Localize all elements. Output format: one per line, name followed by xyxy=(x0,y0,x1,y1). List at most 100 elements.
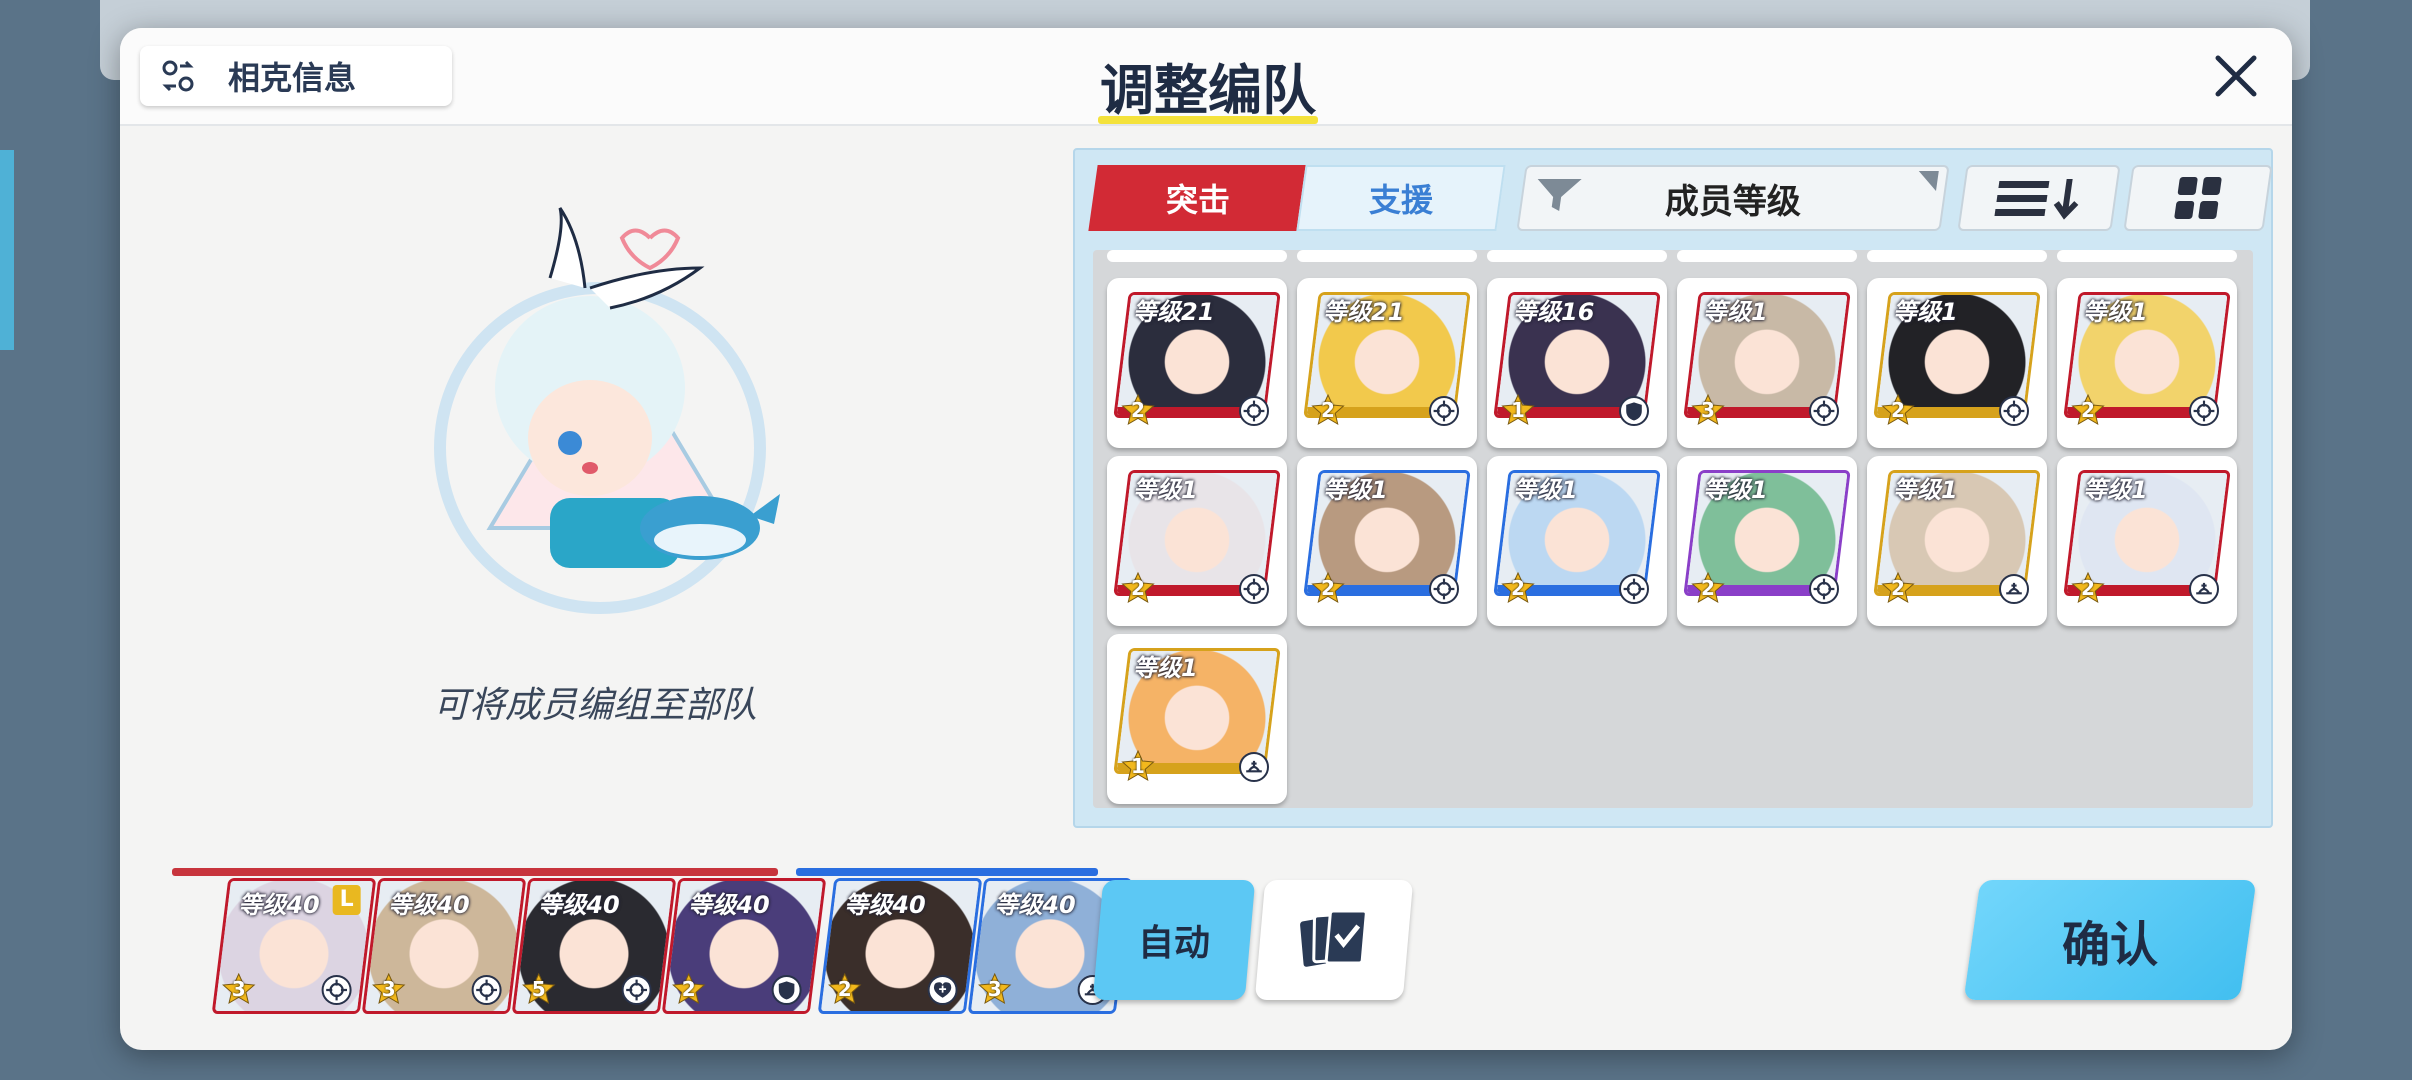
support-icon xyxy=(1239,752,1269,782)
matchup-info-label: 相克信息 xyxy=(228,59,357,97)
sort-direction-button[interactable] xyxy=(1957,165,2121,231)
sort-descending-icon xyxy=(1994,179,2079,220)
preset-cards-button[interactable] xyxy=(1254,880,1414,1000)
roster-grid: 等级21 2 等级21 2 等级16 1 等级1 3 等级1 2 等级1 2 等级1 2 等级1 2 等级1 2 等… xyxy=(1107,278,2237,804)
star-rank-badge: 2 xyxy=(1121,393,1155,426)
star-count: 3 xyxy=(987,977,1002,1001)
roster-grid-scroll[interactable]: 等级21 2 等级21 2 等级16 1 等级1 3 等级1 2 等级1 2 等级1 2 等级1 2 等级1 2 等… xyxy=(1093,250,2253,808)
crosshair-icon xyxy=(1429,396,1459,426)
preview-panel: 可将成员编组至部队 xyxy=(120,128,1070,848)
student-card[interactable]: 等级1 2 xyxy=(1867,456,2047,626)
sort-key-label: 成员等级 xyxy=(1665,181,1801,222)
star-rank-badge: 3 xyxy=(978,972,1012,1005)
level-label: 等级1 xyxy=(1893,298,1958,326)
student-card[interactable]: 等级1 2 xyxy=(1297,456,1477,626)
level-label: 等级1 xyxy=(1133,654,1198,682)
student-card[interactable]: 等级16 1 xyxy=(1487,278,1667,448)
dialog-header: 相克信息 调整编队 xyxy=(120,28,2292,126)
star-count: 2 xyxy=(1701,576,1715,600)
star-rank-badge: 2 xyxy=(828,972,862,1005)
close-icon[interactable] xyxy=(2208,48,2264,104)
student-card[interactable]: 等级1 2 xyxy=(1867,278,2047,448)
star-rank-badge: 2 xyxy=(2071,393,2105,426)
level-label: 等级21 xyxy=(1133,298,1215,326)
team-striker-slot[interactable]: 等级40 3 xyxy=(361,878,527,1014)
star-rank-badge: 2 xyxy=(1311,571,1345,604)
tab-special[interactable]: 支援 xyxy=(1296,165,1506,231)
star-rank-badge: 1 xyxy=(1121,749,1155,782)
tab-striker[interactable]: 突击 xyxy=(1088,165,1308,231)
student-card[interactable]: 等级21 2 xyxy=(1297,278,1477,448)
star-rank-badge: 2 xyxy=(1311,393,1345,426)
grid-view-icon xyxy=(2174,177,2222,219)
team-special-slot[interactable]: 等级40 2 xyxy=(817,878,983,1014)
student-card[interactable]: 等级1 1 xyxy=(1107,634,1287,804)
student-card[interactable]: 等级21 2 xyxy=(1107,278,1287,448)
star-count: 3 xyxy=(1701,398,1715,422)
star-rank-badge: 2 xyxy=(1881,571,1915,604)
level-label: 等级1 xyxy=(1133,476,1198,504)
crosshair-icon xyxy=(1809,396,1839,426)
team-striker-slot[interactable]: 等级40 5 xyxy=(511,878,677,1014)
star-rank-badge: 5 xyxy=(522,972,556,1005)
student-card[interactable]: 等级1 3 xyxy=(1677,278,1857,448)
star-count: 2 xyxy=(1891,398,1905,422)
student-card[interactable]: 等级1 2 xyxy=(1487,456,1667,626)
matchup-info-button[interactable]: 相克信息 xyxy=(140,46,452,106)
confirm-label: 确认 xyxy=(2061,917,2158,973)
star-rank-badge: 2 xyxy=(1691,571,1725,604)
star-count: 2 xyxy=(1131,576,1145,600)
formation-dialog: 相克信息 调整编队 可将成员编组至部队 突击 支援 成员等级 等级21 2 等级… xyxy=(120,28,2292,1050)
star-count: 2 xyxy=(681,977,696,1001)
empty-slot-hint: 可将成员编组至部队 xyxy=(432,685,757,726)
star-rank-badge: 2 xyxy=(1881,393,1915,426)
student-card[interactable]: 等级1 2 xyxy=(1107,456,1287,626)
crosshair-icon xyxy=(1809,574,1839,604)
heal-icon xyxy=(927,975,958,1005)
crosshair-icon xyxy=(1429,574,1459,604)
star-rank-badge: 2 xyxy=(2071,571,2105,604)
level-label: 等级16 xyxy=(1513,298,1595,326)
auto-formation-button[interactable]: 自动 xyxy=(1092,880,1256,1000)
support-icon xyxy=(2189,574,2219,604)
level-label: 等级1 xyxy=(1513,476,1578,504)
swap-icon xyxy=(162,60,194,92)
tab-striker-label: 突击 xyxy=(1165,181,1230,219)
confirm-button[interactable]: 确认 xyxy=(1963,880,2257,1000)
level-label: 等级40 xyxy=(538,891,620,919)
crosshair-icon xyxy=(1239,396,1269,426)
level-label: 等级1 xyxy=(1323,476,1388,504)
level-label: 等级1 xyxy=(2083,476,2148,504)
level-label: 等级40 xyxy=(688,891,770,919)
level-label: 等级1 xyxy=(1893,476,1958,504)
student-card[interactable]: 等级1 2 xyxy=(2057,278,2237,448)
team-formation-strip: 等级40 L 3 等级40 3 等级40 5 等级40 2 等级40 2 等级40 3 自动 确认 xyxy=(120,858,2292,1048)
level-label: 等级40 xyxy=(238,891,320,919)
crosshair-icon xyxy=(1619,574,1649,604)
star-count: 3 xyxy=(381,977,396,1001)
crosshair-icon xyxy=(321,975,352,1005)
support-icon xyxy=(1999,574,2029,604)
star-count: 3 xyxy=(231,977,246,1001)
sort-key-dropdown[interactable]: 成员等级 xyxy=(1516,165,1950,231)
crosshair-icon xyxy=(2189,396,2219,426)
star-rank-badge: 2 xyxy=(1121,571,1155,604)
leader-badge: L xyxy=(332,885,361,915)
auto-formation-label: 自动 xyxy=(1137,923,1210,964)
team-striker-slot[interactable]: 等级40 2 xyxy=(661,878,827,1014)
shield-icon xyxy=(771,975,802,1005)
star-count: 2 xyxy=(1131,398,1145,422)
star-count: 2 xyxy=(1511,576,1525,600)
star-count: 2 xyxy=(837,977,852,1001)
scrolled-row-edge xyxy=(1107,250,2237,262)
filter-bar: 突击 支援 成员等级 xyxy=(1075,150,2273,250)
view-mode-button[interactable] xyxy=(2123,165,2273,231)
star-count: 2 xyxy=(2081,576,2095,600)
level-label: 等级1 xyxy=(1703,476,1768,504)
star-count: 5 xyxy=(531,977,546,1001)
star-rank-badge: 3 xyxy=(372,972,406,1005)
team-striker-slot[interactable]: 等级40 L 3 xyxy=(211,878,377,1014)
student-card[interactable]: 等级1 2 xyxy=(2057,456,2237,626)
student-card[interactable]: 等级1 2 xyxy=(1677,456,1857,626)
level-label: 等级1 xyxy=(2083,298,2148,326)
